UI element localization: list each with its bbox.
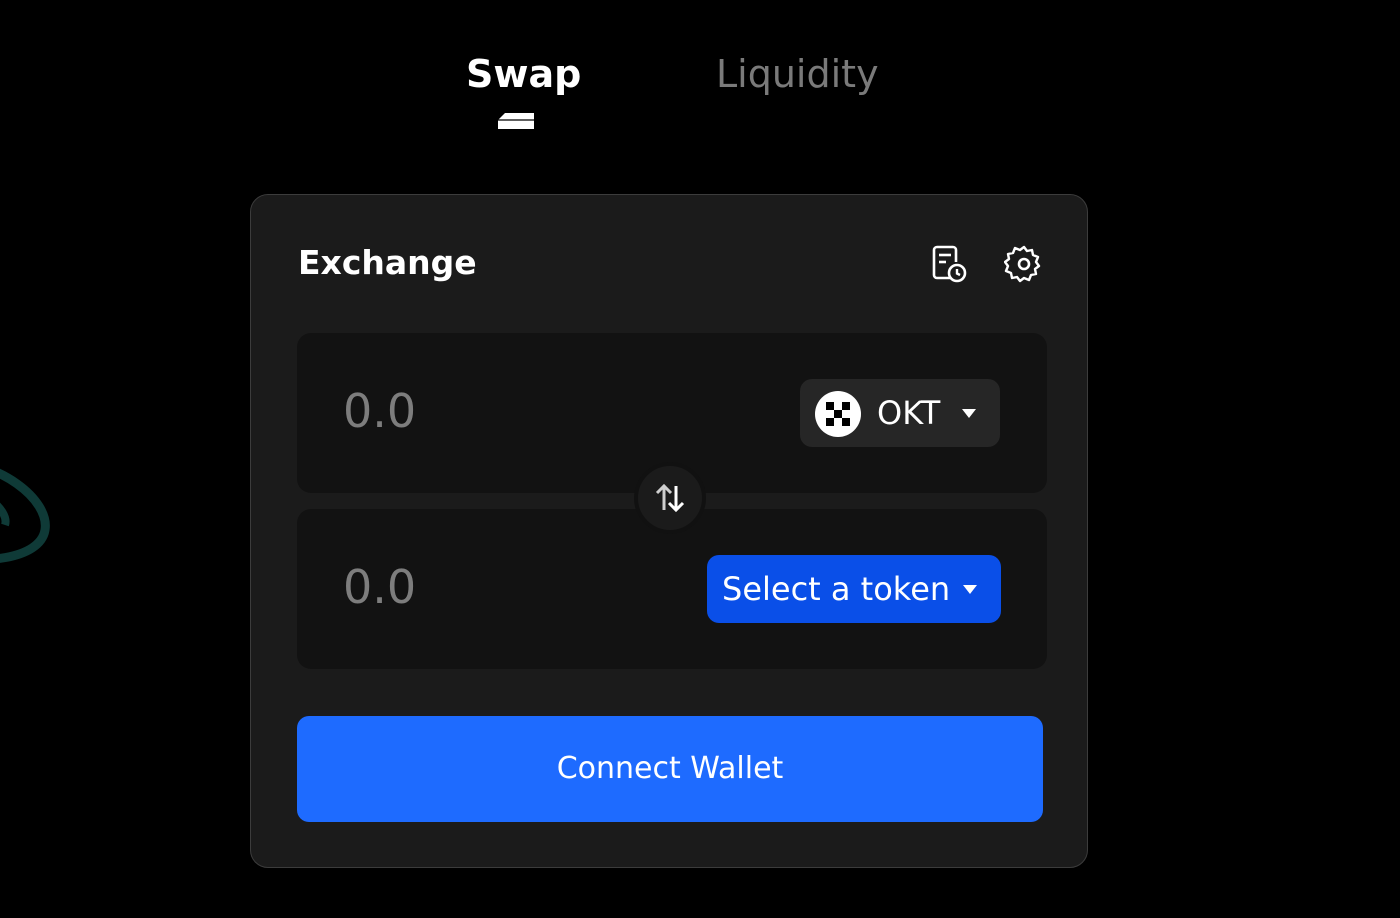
chevron-down-icon <box>962 409 976 418</box>
okt-logo-icon <box>815 391 861 437</box>
swap-page: Swap Liquidity Exchange 0.0 OKT 0.0 Sele… <box>0 0 1400 918</box>
history-button[interactable] <box>927 243 969 285</box>
settings-button[interactable] <box>1003 243 1045 285</box>
swap-arrows-icon <box>655 483 685 513</box>
select-token-button[interactable]: Select a token <box>707 555 1001 623</box>
to-amount-input[interactable] <box>343 555 643 619</box>
select-token-label: Select a token <box>722 570 951 608</box>
connect-wallet-button[interactable]: Connect Wallet <box>297 716 1043 822</box>
active-tab-indicator <box>498 113 534 129</box>
exchange-card: Exchange 0.0 OKT 0.0 Select a token Conn… <box>250 194 1088 868</box>
from-amount-input[interactable] <box>343 379 643 443</box>
tab-swap[interactable]: Swap <box>466 48 581 100</box>
tab-bar: Swap Liquidity <box>0 48 1400 138</box>
from-token-select[interactable]: OKT <box>800 379 1000 447</box>
tab-liquidity[interactable]: Liquidity <box>716 48 879 100</box>
decorative-swirl <box>0 468 50 563</box>
exchange-title: Exchange <box>298 243 477 282</box>
swap-direction-button[interactable] <box>634 462 706 534</box>
from-token-label: OKT <box>877 394 941 432</box>
history-icon <box>932 245 967 283</box>
chevron-down-icon <box>963 585 977 594</box>
gear-icon <box>1004 245 1041 283</box>
